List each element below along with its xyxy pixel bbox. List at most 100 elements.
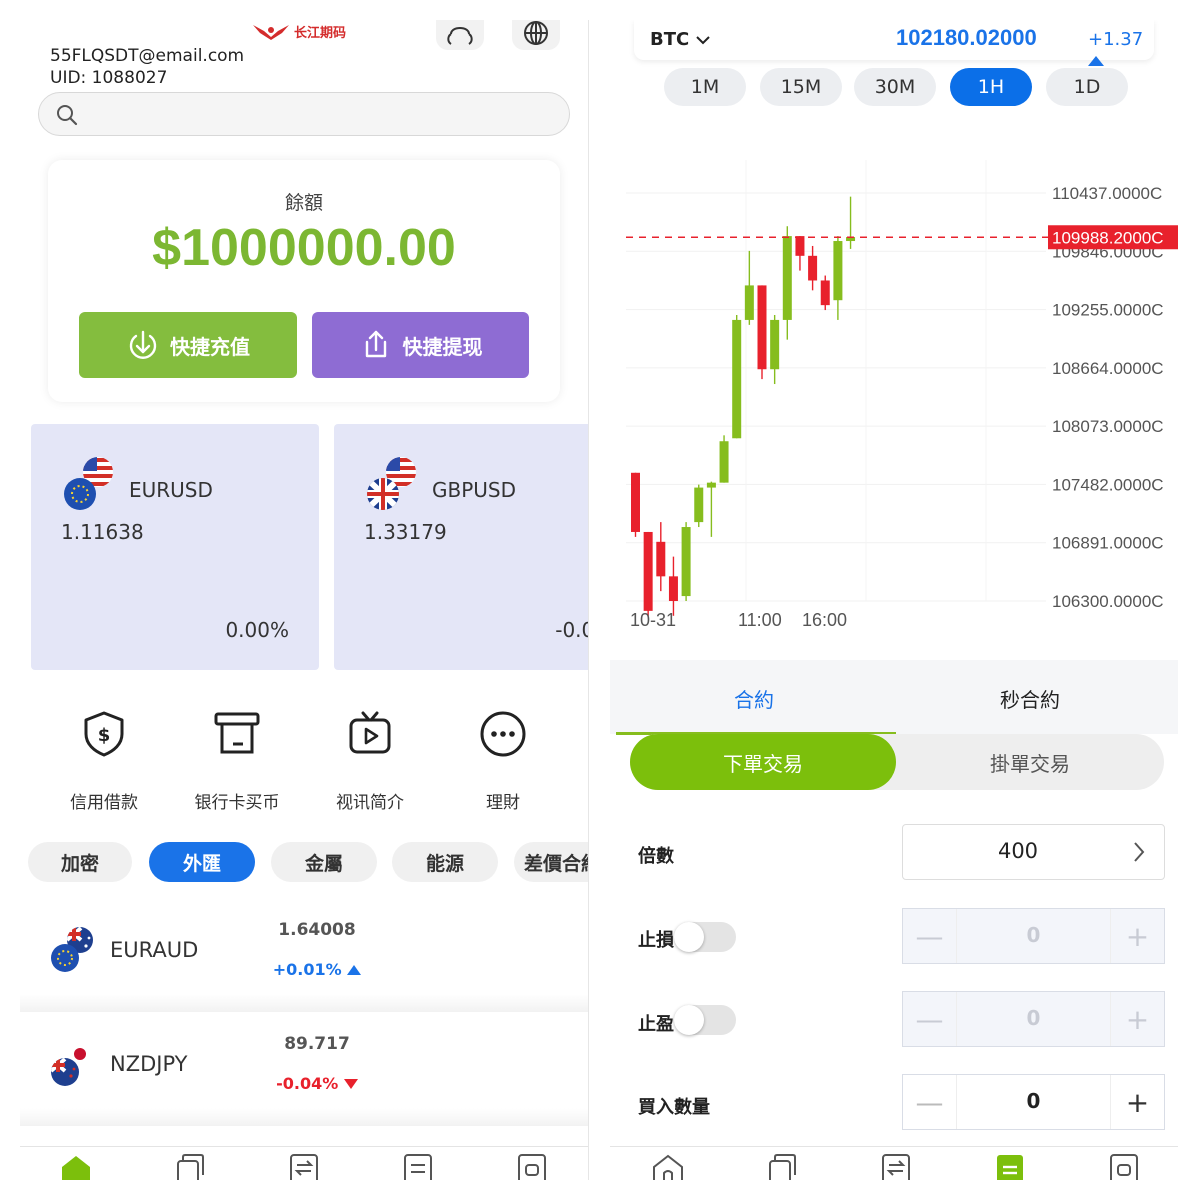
timeframe-1m[interactable]: 1M	[664, 68, 746, 106]
candle-body	[770, 319, 780, 370]
stop-loss-plus-button[interactable]: +	[1110, 909, 1164, 963]
tab-contract[interactable]: 合約	[734, 684, 774, 713]
candle-body	[643, 531, 653, 611]
trade-icon[interactable]	[992, 1153, 1028, 1180]
stop-loss-value[interactable]: 0	[957, 923, 1110, 947]
support-button[interactable]	[436, 20, 484, 50]
home-icon[interactable]	[650, 1153, 686, 1180]
feature-label: 信用借款	[70, 793, 138, 813]
contract-tabs: 合約 秒合約	[610, 660, 1178, 734]
feature-label: 视讯简介	[336, 793, 404, 813]
y-tick-label: 106300.0000C	[1052, 592, 1164, 611]
exchange-icon[interactable]	[286, 1153, 322, 1180]
quick-withdraw-button[interactable]: 快捷提现	[312, 312, 529, 378]
featured-pair-gbpusd[interactable]: GBPUSD 1.33179 -0.03%	[334, 424, 588, 670]
leverage-selector[interactable]: 400	[902, 824, 1165, 880]
market-price: 89.717	[284, 1034, 350, 1054]
wallet-icon[interactable]	[514, 1153, 550, 1180]
candle-body	[795, 236, 805, 256]
timeframe-30m[interactable]: 30M	[854, 68, 936, 106]
triangle-up-icon	[1088, 56, 1104, 66]
home-screen: 长江期码 55FLQSDT@email.com UID: 1088027 餘額 …	[20, 20, 588, 1180]
triangle-up-icon	[347, 965, 362, 975]
market-order-button[interactable]: 下單交易	[630, 734, 896, 790]
market-name: EURAUD	[110, 938, 199, 962]
account-email: 55FLQSDT@email.com	[50, 46, 245, 66]
stop-loss-minus-button[interactable]: —	[903, 909, 957, 963]
take-profit-toggle[interactable]	[674, 1005, 736, 1035]
tab-second-contract[interactable]: 秒合約	[1000, 684, 1060, 713]
quick-deposit-label: 快捷充值	[170, 334, 250, 359]
category-cfd[interactable]: 差價合約	[514, 842, 588, 882]
take-profit-plus-button[interactable]: +	[1110, 992, 1164, 1046]
stop-loss-label: 止損	[638, 930, 674, 951]
orders-icon[interactable]	[400, 1153, 436, 1180]
take-profit-label: 止盈	[638, 1014, 674, 1035]
market-row-nzdjpy[interactable]: NZDJPY 89.717 -0.04%	[20, 1014, 588, 1126]
more-dots-icon	[480, 711, 526, 757]
timeframe-1h[interactable]: 1H	[950, 68, 1032, 106]
nzd-jpy-flags-icon	[51, 1041, 93, 1086]
eur-aud-flags-icon	[51, 927, 93, 972]
market-icon[interactable]	[172, 1153, 208, 1180]
category-energy[interactable]: 能源	[392, 842, 498, 882]
category-forex[interactable]: 外匯	[149, 842, 255, 882]
account-uid: UID: 1088027	[50, 68, 168, 88]
market-change: +0.01%	[252, 960, 382, 979]
featured-pair-eurusd[interactable]: EURUSD 1.11638 0.00%	[31, 424, 319, 670]
x-tick-label: 16:00	[802, 610, 847, 630]
feature-card-buy[interactable]: 银行卡买币	[177, 710, 297, 813]
take-profit-value[interactable]: 0	[957, 1006, 1110, 1030]
candlestick-chart[interactable]: 110437.0000C109846.0000C109255.0000C1086…	[626, 140, 1178, 636]
row-shadow	[20, 1108, 588, 1126]
quantity-plus-button[interactable]: +	[1110, 1075, 1164, 1129]
category-metals[interactable]: 金屬	[271, 842, 377, 882]
search-icon	[57, 105, 78, 126]
feature-wealth[interactable]: 理財	[443, 710, 563, 813]
x-axis-labels: 10-31 11:00 16:00	[630, 610, 847, 630]
timeframe-1d[interactable]: 1D	[1046, 68, 1128, 106]
search-input[interactable]	[38, 92, 570, 136]
quantity-value[interactable]: 0	[957, 1089, 1110, 1113]
candle-body	[719, 441, 729, 483]
language-button[interactable]	[512, 20, 560, 50]
market-row-euraud[interactable]: EURAUD 1.64008 +0.01%	[20, 900, 588, 1012]
timeframe-15m[interactable]: 15M	[760, 68, 842, 106]
symbol-name: BTC	[650, 29, 690, 50]
quick-deposit-button[interactable]: 快捷充值	[79, 312, 297, 378]
shield-dollar-icon: $	[84, 711, 124, 757]
svg-text:$: $	[98, 725, 111, 746]
balance-value: $1000000.00	[152, 219, 456, 277]
quantity-minus-button[interactable]: —	[903, 1075, 957, 1129]
wallet-icon[interactable]	[1106, 1153, 1142, 1180]
take-profit-minus-button[interactable]: —	[903, 992, 957, 1046]
category-crypto[interactable]: 加密	[28, 842, 132, 882]
leverage-value: 400	[997, 839, 1039, 863]
upload-icon	[365, 330, 386, 358]
ticker-price: 102180.02000	[896, 25, 1037, 50]
tv-play-icon	[349, 711, 391, 754]
row-shadow	[20, 994, 588, 1012]
y-tick-label: 107482.0000C	[1052, 475, 1164, 494]
quantity-stepper: — 0 +	[902, 1074, 1165, 1130]
gbp-usd-flags-icon	[367, 457, 416, 510]
y-tick-label: 108073.0000C	[1052, 417, 1164, 436]
y-tick-label: 106891.0000C	[1052, 534, 1164, 553]
brand-logo: 长江期码	[252, 22, 346, 41]
symbol-selector[interactable]: BTC	[650, 29, 710, 50]
limit-order-button[interactable]: 掛單交易	[896, 734, 1164, 790]
chart-candles	[631, 196, 856, 616]
triangle-down-icon	[343, 1079, 358, 1089]
candle-body	[833, 241, 843, 301]
candle-body	[757, 285, 767, 370]
home-icon[interactable]	[58, 1153, 94, 1180]
candle-body	[782, 236, 792, 320]
exchange-icon[interactable]	[878, 1153, 914, 1180]
chevron-right-icon	[1134, 842, 1145, 862]
feature-video-intro[interactable]: 视讯简介	[310, 710, 430, 813]
feature-credit-loan[interactable]: $ 信用借款	[44, 710, 164, 813]
stop-loss-toggle[interactable]	[674, 922, 736, 952]
market-change: -0.04%	[252, 1074, 382, 1093]
balance-card: 餘額 $1000000.00 快捷充值 快捷提现	[48, 160, 560, 402]
market-icon[interactable]	[764, 1153, 800, 1180]
